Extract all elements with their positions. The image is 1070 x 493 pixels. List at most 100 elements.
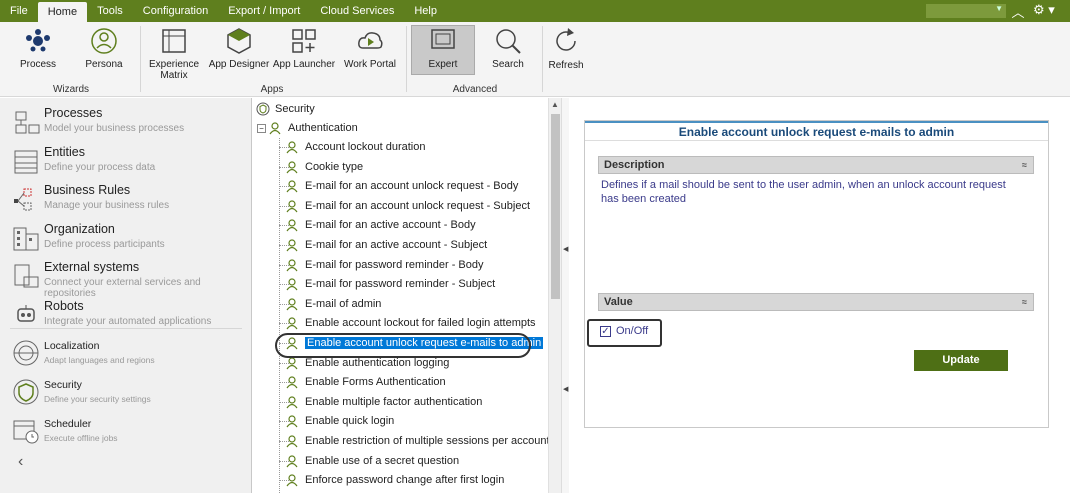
user-account-box[interactable]: ▼ [926,4,1006,18]
refresh-icon [556,28,576,51]
nav-subtitle: Define process participants [44,239,165,250]
tree-item[interactable]: Enable multiple factor authentication [286,393,482,411]
setting-icon [286,219,298,232]
tree-item[interactable]: E-mail for an account unlock request - B… [286,177,518,195]
nav-organization[interactable]: Organization Define process participants [12,220,248,256]
value-section-header[interactable]: Value ≈ [598,293,1034,311]
ribbon: Process Persona Experience Matrix App De… [0,22,1070,97]
advanced-group-label: Advanced [452,84,498,95]
tree-item[interactable]: E-mail for an active account - Body [286,216,476,234]
nav-subtitle: Manage your business rules [44,200,170,211]
highlight-ring [275,333,531,358]
description-section-header[interactable]: Description ≈ [598,156,1034,174]
collapse-icon[interactable]: ≈ [1022,157,1027,173]
setting-icon [286,278,298,291]
nav-subtitle: Adapt languages and regions [44,355,155,365]
tree-item[interactable]: Enable account lockout for failed login … [286,314,536,332]
nav-separator [10,328,242,329]
menu-tab[interactable]: Export / Import [218,0,310,22]
persona-button[interactable]: Persona [76,26,132,78]
tree-item[interactable]: E-mail for password reminder - Subject [286,275,495,293]
scroll-up-icon[interactable]: ▲ [551,100,559,109]
tree-item[interactable]: E-mail for an account unlock request - S… [286,197,530,215]
collapse-tree-icon[interactable]: − [257,123,266,133]
nav-processes[interactable]: Processes Model your business processes [12,104,248,140]
work-portal-button[interactable]: Work Portal [342,26,398,78]
shield-icon [13,379,39,405]
tree-root-security[interactable]: Security [256,100,315,118]
nav-subtitle: Model your business processes [44,123,185,134]
collapse-panel-chevron-icon[interactable]: ‹ [18,453,23,471]
tree-item[interactable]: E-mail for an active account - Subject [286,236,487,254]
search-button[interactable]: Search [480,26,536,78]
setting-icon [286,396,298,409]
app-launcher-button[interactable]: App Launcher [272,26,336,78]
tree-item[interactable]: Account lockout duration [286,138,425,156]
menu-tab[interactable]: Cloud Services [310,0,404,22]
tree-item[interactable]: E-mail for password reminder - Body [286,256,484,274]
tree-item[interactable]: Enable quick login [286,412,394,430]
persona-label: Persona [85,59,123,70]
app-designer-icon [227,28,251,54]
settings-tree: Security − Authentication Account lockout d… [253,98,565,493]
collapse-icon[interactable]: ≈ [1022,294,1027,310]
nav-security[interactable]: Security Define your security settings [12,374,248,410]
tree-item-label: Enable multiple factor authentication [305,395,483,408]
tree-item-label: Enable authentication logging [305,356,450,369]
menu-tab[interactable]: Tools [87,0,133,22]
setting-icon [286,376,298,389]
pane-splitter[interactable]: ◀ ◀ [561,98,569,493]
tree-group-authentication[interactable]: − Authentication [257,119,358,137]
work-portal-icon [358,32,383,49]
refresh-button[interactable]: Refresh [546,26,586,78]
splitter-arrow-icon[interactable]: ◀ [563,245,568,253]
gear-icon[interactable]: ⚙ ▾ [1033,2,1063,20]
tree-item[interactable]: Enable use of a secret question [286,452,459,470]
app-designer-button[interactable]: App Designer [208,26,270,78]
nav-subtitle: Integrate your automated applications [44,316,212,327]
tree-item[interactable]: E-mail of admin [286,295,381,313]
nav-business-rules[interactable]: Business Rules Manage your business rule… [12,181,248,217]
tree-item[interactable]: Enable Forms Authentication [286,373,446,391]
tree-scrollbar[interactable]: ▲ [548,98,561,493]
menu-tab[interactable]: Help [404,0,447,22]
splitter-arrow-icon[interactable]: ◀ [563,385,568,393]
nav-title: Processes [44,106,103,120]
menu-tab[interactable]: Configuration [133,0,218,22]
app-launcher-label: App Launcher [272,59,336,70]
persona-icon [91,28,117,54]
nav-subtitle: Connect your external services and repos… [44,277,201,299]
tree-item-label: E-mail for password reminder - Body [305,258,484,271]
process-button[interactable]: Process [10,26,66,78]
tree-item-label: Enable quick login [305,415,395,428]
shield-icon [256,102,270,116]
robot-icon [17,305,35,322]
tree-item-label: Enable restriction of multiple sessions … [305,435,550,447]
nav-entities[interactable]: Entities Define your process data [12,143,248,179]
scrollbar-thumb[interactable] [551,114,560,299]
tree-item[interactable]: Enable restriction of multiple sessions … [286,432,550,450]
tree-item[interactable]: Cookie type [286,158,363,176]
setting-icon [286,298,298,311]
nav-localization[interactable]: Localization Adapt languages and regions [12,335,248,371]
experience-matrix-button[interactable]: Experience Matrix [146,26,202,81]
expert-button[interactable]: Expert [411,25,475,75]
tree-item-label: E-mail of admin [305,297,382,310]
menu-tab[interactable]: File [0,0,38,22]
update-button[interactable]: Update [914,350,1008,371]
setting-icon [286,200,298,213]
on-off-checkbox[interactable]: ✓ [600,326,611,337]
nav-title: Security [44,379,82,391]
setting-icon [269,122,281,135]
collapse-ribbon-icon[interactable]: ︿ [1010,2,1026,20]
menu-bar: File Home Tools Configuration Export / Impor… [0,0,1070,22]
tree-item-label: Enable use of a secret question [305,454,460,467]
menu-tab[interactable]: Home [37,2,88,22]
tree-item-label: E-mail for an active account - Body [305,219,476,232]
search-icon [496,29,521,54]
setting-icon [286,455,298,468]
tree-item-label: Cookie type [305,160,364,173]
nav-scheduler[interactable]: Scheduler Execute offline jobs [12,413,248,449]
nav-external-systems[interactable]: External systems Connect your external s… [12,258,248,299]
tree-item[interactable]: Enforce password change after first logi… [286,471,504,489]
